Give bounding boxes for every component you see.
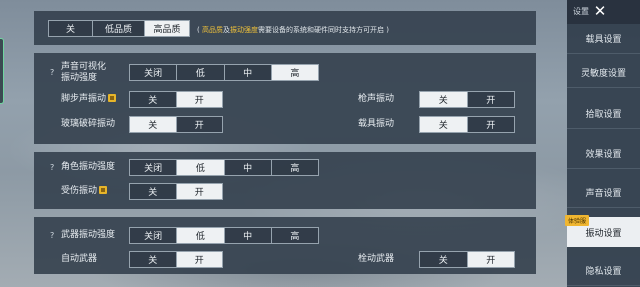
quality-option-low[interactable]: 低品质 <box>93 21 145 36</box>
weapon-vibration-panel: ? 武器振动强度 关闭 低 中 高 自动武器 关 开 栓动武器 关 开 <box>34 217 536 274</box>
sound-vis-intensity-selector: 关闭 低 中 高 <box>129 64 319 81</box>
sound-vis-option-low[interactable]: 低 <box>177 65 225 80</box>
bolt-weapon-toggle: 关 开 <box>419 251 515 268</box>
test-server-badge: 体验服 <box>565 215 590 226</box>
gunshot-vibration-label: 枪声振动 <box>358 94 395 104</box>
sound-vis-option-off[interactable]: 关闭 <box>130 65 178 80</box>
left-edge-handle[interactable] <box>0 38 4 104</box>
new-badge-icon <box>99 186 108 194</box>
sidebar-item-sound[interactable]: 声音设置 <box>567 178 640 208</box>
char-vib-option-mid[interactable]: 中 <box>225 160 272 175</box>
character-vibration-panel: ? 角色振动强度 关闭 低 中 高 受伤振动 关 开 <box>34 152 536 209</box>
vehicle-option-off[interactable]: 关 <box>420 117 468 132</box>
sound-vis-label-line1: 声音可视化 <box>61 62 107 72</box>
sound-vis-option-mid[interactable]: 中 <box>225 65 272 80</box>
vehicle-option-on[interactable]: 开 <box>468 117 515 132</box>
hurt-vibration-label: 受伤振动 <box>61 186 108 197</box>
help-icon[interactable]: ? <box>50 68 54 78</box>
bolt-weapon-label: 栓动武器 <box>358 254 395 264</box>
glass-vibration-label: 玻璃破碎振动 <box>61 119 116 129</box>
hurt-label-text: 受伤振动 <box>61 186 98 196</box>
sidebar-item-pickup[interactable]: 拾取设置 <box>567 99 640 129</box>
character-vibration-label: 角色振动强度 <box>61 162 116 172</box>
quality-panel: 关 低品质 高品质 ( 高品质及振动强度需要设备的系统和硬件同时支持方可开启 ) <box>34 11 536 45</box>
settings-sidebar: 设置 ✕ 载具设置 灵敏度设置 拾取设置 效果设置 声音设置 振动设置 隐私设置 <box>567 0 640 287</box>
vehicle-vibration-toggle: 关 开 <box>419 116 515 133</box>
auto-weapon-option-on[interactable]: 开 <box>176 252 222 267</box>
auto-weapon-toggle: 关 开 <box>129 251 223 268</box>
sidebar-item-privacy[interactable]: 隐私设置 <box>567 256 640 286</box>
weapon-vib-option-high[interactable]: 高 <box>272 228 318 243</box>
quality-note-mid: 及 <box>222 26 230 34</box>
weapon-vib-option-off[interactable]: 关闭 <box>130 228 178 243</box>
footstep-vibration-label: 脚步声振动 <box>61 94 117 105</box>
quality-note-highlight-1: 高品质 <box>201 26 223 34</box>
new-badge-icon <box>108 94 117 102</box>
sidebar-header: 设置 ✕ <box>567 0 640 24</box>
quality-selector: 关 低品质 高品质 <box>48 20 190 37</box>
vehicle-vibration-label: 载具振动 <box>358 119 395 129</box>
auto-weapon-option-off[interactable]: 关 <box>130 252 177 267</box>
weapon-vibration-label: 武器振动强度 <box>61 230 116 240</box>
gunshot-option-off[interactable]: 关 <box>420 92 468 107</box>
sound-vibration-panel: ? 声音可视化 振动强度 关闭 低 中 高 脚步声振动 关 开 枪声振动 关 开… <box>34 53 536 144</box>
sidebar-item-sensitivity[interactable]: 灵敏度设置 <box>567 58 640 88</box>
sound-vis-option-high[interactable]: 高 <box>271 65 318 80</box>
quality-option-high[interactable]: 高品质 <box>145 21 189 36</box>
hurt-option-on[interactable]: 开 <box>176 184 222 199</box>
glass-option-off[interactable]: 关 <box>130 117 177 132</box>
char-vib-option-low[interactable]: 低 <box>177 160 225 175</box>
sidebar-item-effects[interactable]: 效果设置 <box>567 139 640 169</box>
char-vib-option-high[interactable]: 高 <box>272 160 318 175</box>
bolt-weapon-option-off[interactable]: 关 <box>420 252 468 267</box>
sound-vis-label-line2: 振动强度 <box>61 73 98 83</box>
footstep-option-off[interactable]: 关 <box>130 92 177 107</box>
auto-weapon-label: 自动武器 <box>61 254 98 264</box>
close-icon[interactable]: ✕ <box>591 3 609 20</box>
sidebar-title: 设置 <box>573 7 589 16</box>
character-vibration-selector: 关闭 低 中 高 <box>129 159 319 176</box>
glass-vibration-toggle: 关 开 <box>129 116 223 133</box>
hurt-vibration-toggle: 关 开 <box>129 183 223 200</box>
footstep-label-text: 脚步声振动 <box>61 94 107 104</box>
gunshot-vibration-toggle: 关 开 <box>419 91 515 108</box>
weapon-vib-option-low[interactable]: 低 <box>177 228 225 243</box>
sidebar-item-vehicle[interactable]: 载具设置 <box>567 24 640 54</box>
hurt-option-off[interactable]: 关 <box>130 184 177 199</box>
quality-note-tail: 需要设备的系统和硬件同时支持方可开启 ) <box>257 26 389 34</box>
weapon-vib-option-mid[interactable]: 中 <box>225 228 272 243</box>
footstep-vibration-toggle: 关 开 <box>129 91 223 108</box>
gunshot-option-on[interactable]: 开 <box>468 92 515 107</box>
help-icon[interactable]: ? <box>50 163 54 173</box>
quality-note-highlight-2: 振动强度 <box>229 26 258 34</box>
quality-note: ( 高品质及振动强度需要设备的系统和硬件同时支持方可开启 ) <box>197 25 389 35</box>
char-vib-option-off[interactable]: 关闭 <box>130 160 178 175</box>
quality-option-off[interactable]: 关 <box>49 21 93 36</box>
weapon-vibration-selector: 关闭 低 中 高 <box>129 227 319 244</box>
glass-option-on[interactable]: 开 <box>177 117 223 132</box>
help-icon[interactable]: ? <box>50 231 54 241</box>
bolt-weapon-option-on[interactable]: 开 <box>467 252 514 267</box>
footstep-option-on[interactable]: 开 <box>176 92 222 107</box>
